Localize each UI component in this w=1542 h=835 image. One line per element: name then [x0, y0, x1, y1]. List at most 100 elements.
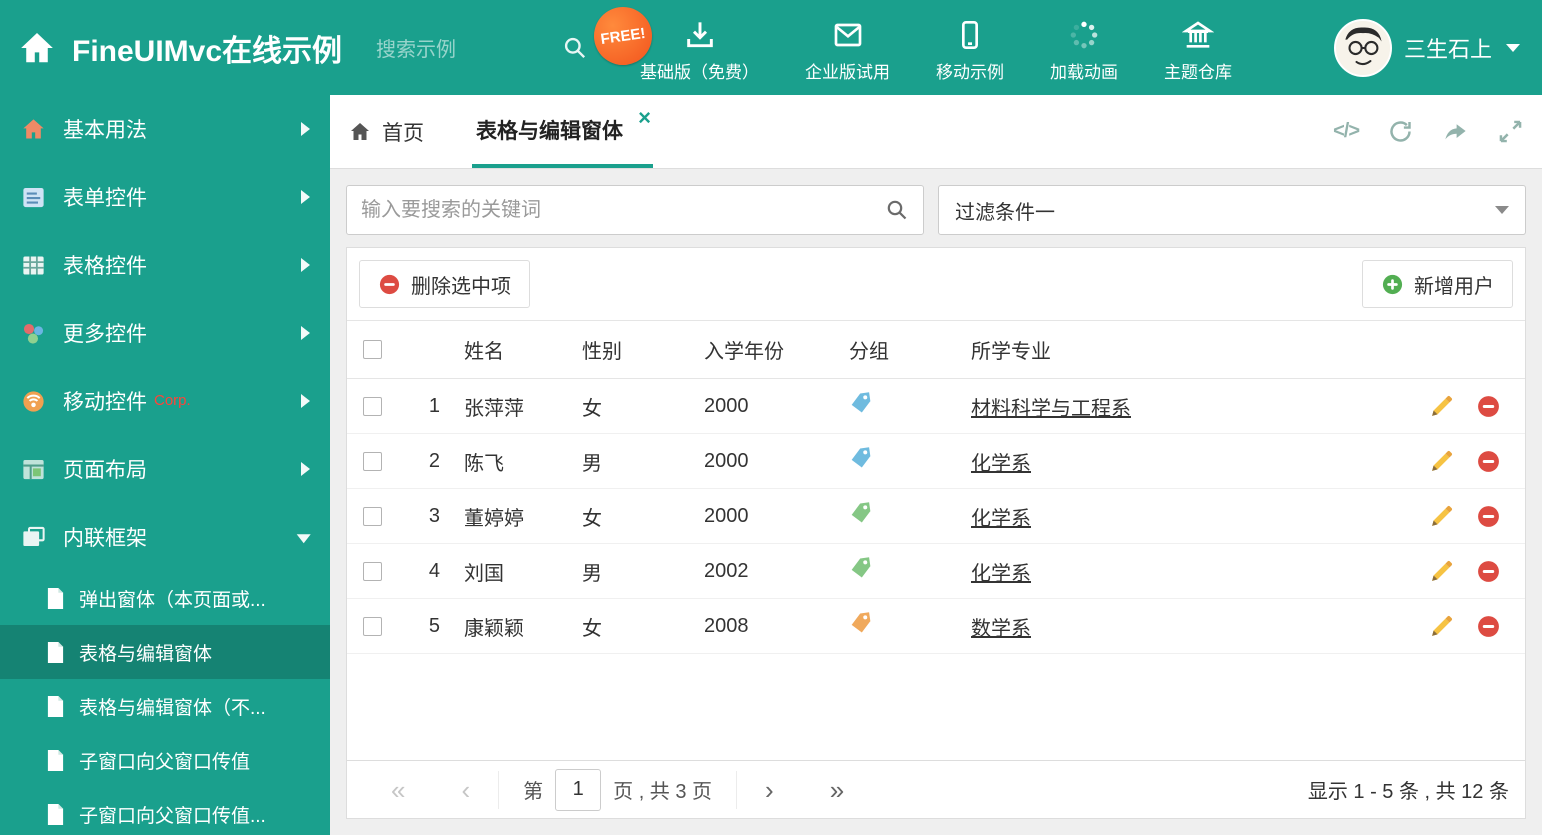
sidebar-subitem-child-to-parent[interactable]: 子窗口向父窗口传值	[0, 733, 330, 787]
column-header-major: 所学专业	[959, 320, 1405, 379]
search-icon[interactable]	[562, 35, 588, 61]
sidebar-item-form-controls[interactable]: 表单控件	[0, 163, 330, 231]
edit-pencil-icon[interactable]	[1429, 614, 1454, 639]
sidebar-item-more-controls[interactable]: 更多控件	[0, 299, 330, 367]
filter-row: 过滤条件一	[330, 169, 1542, 247]
file-icon	[47, 695, 64, 717]
nav-mobile-demo[interactable]: 移动示例	[936, 13, 1004, 83]
delete-selected-button[interactable]: 删除选中项	[359, 260, 530, 308]
last-page-button[interactable]: »	[802, 777, 872, 803]
row-checkbox[interactable]	[362, 616, 382, 636]
cell-name: 康颖颖	[452, 598, 570, 654]
nav-enterprise-trial[interactable]: 企业版试用	[805, 13, 890, 83]
sidebar-item-grid-controls[interactable]: 表格控件	[0, 231, 330, 299]
sidebar-item-mobile-controls[interactable]: 移动控件 Corp.	[0, 367, 330, 435]
table-body: 1 张萍萍 女 2000 材料科学与工程系 2 陈飞 男 2000 化学系 3 …	[347, 378, 1525, 654]
sidebar-subitem-child-to-parent-2[interactable]: 子窗口向父窗口传值...	[0, 787, 330, 835]
nav-loading-animations[interactable]: 加载动画	[1050, 13, 1118, 83]
search-button[interactable]	[875, 188, 919, 232]
tab-grid-edit-window[interactable]: 表格与编辑窗体 ×	[472, 95, 653, 168]
pagination-bar: « ‹ 第 页 , 共 3 页 › » 显示 1 - 5 条 , 共 12 条	[347, 760, 1525, 818]
chevron-right-icon	[301, 258, 310, 272]
mobile-icon	[962, 20, 979, 49]
cell-year: 2000	[692, 488, 837, 544]
cell-year: 2002	[692, 543, 837, 599]
major-link[interactable]: 材料科学与工程系	[971, 398, 1131, 420]
select-all-checkbox[interactable]	[362, 340, 382, 360]
tag-icon	[847, 554, 874, 581]
bank-icon	[1182, 20, 1215, 48]
chevron-right-icon	[301, 326, 310, 340]
major-link[interactable]: 化学系	[971, 453, 1031, 475]
row-checkbox[interactable]	[362, 396, 382, 416]
home-icon[interactable]	[18, 29, 56, 67]
user-menu[interactable]: 三生石上	[1333, 18, 1520, 77]
sidebar-subitem-grid-edit-window-2[interactable]: 表格与编辑窗体（不...	[0, 679, 330, 733]
cell-name: 刘国	[452, 543, 570, 599]
column-header-name: 姓名	[452, 320, 570, 379]
sidebar-subitem-label: 弹出窗体（本页面或...	[79, 589, 266, 611]
delete-minus-icon[interactable]	[1476, 394, 1501, 419]
file-icon	[47, 749, 64, 771]
keyword-search-input[interactable]	[349, 186, 875, 234]
nav-label: 主题仓库	[1164, 62, 1233, 82]
column-header-gender: 性别	[570, 320, 692, 379]
close-icon[interactable]: ×	[638, 107, 651, 129]
view-source-button[interactable]: </>	[1333, 120, 1360, 143]
delete-minus-icon[interactable]	[1476, 504, 1501, 529]
chevron-right-icon	[301, 462, 310, 476]
form-icon	[23, 187, 44, 207]
filter-dropdown[interactable]: 过滤条件一	[938, 185, 1526, 235]
record-count-summary: 显示 1 - 5 条 , 共 12 条	[1307, 781, 1509, 803]
major-link[interactable]: 数学系	[971, 618, 1031, 640]
sidebar-subitem-label: 表格与编辑窗体（不...	[79, 697, 266, 719]
fullscreen-icon[interactable]	[1497, 118, 1524, 145]
sidebar-subitem-popup-window[interactable]: 弹出窗体（本页面或...	[0, 571, 330, 625]
nav-theme-repo[interactable]: 主题仓库	[1164, 13, 1232, 83]
row-checkbox[interactable]	[362, 506, 382, 526]
cell-major: 化学系	[959, 433, 1405, 489]
file-icon	[47, 641, 64, 663]
delete-minus-icon[interactable]	[1476, 449, 1501, 474]
major-link[interactable]: 化学系	[971, 508, 1031, 530]
main-area: 首页 表格与编辑窗体 × </> 过滤条件一	[330, 95, 1542, 835]
edit-pencil-icon[interactable]	[1429, 504, 1454, 529]
cell-actions	[1405, 378, 1525, 434]
column-header-year: 入学年份	[692, 320, 837, 379]
column-header-actions	[1405, 320, 1525, 379]
sidebar-subitem-grid-edit-window[interactable]: 表格与编辑窗体	[0, 625, 330, 679]
share-icon[interactable]	[1442, 118, 1469, 145]
page-number-input[interactable]	[555, 768, 602, 811]
row-checkbox[interactable]	[362, 561, 382, 581]
delete-minus-icon[interactable]	[1476, 614, 1501, 639]
edit-pencil-icon[interactable]	[1429, 559, 1454, 584]
edit-pencil-icon[interactable]	[1429, 449, 1454, 474]
edit-pencil-icon[interactable]	[1429, 394, 1454, 419]
nav-basic-edition[interactable]: FREE! 基础版（免费）	[590, 2, 759, 83]
sidebar-item-inline-frame[interactable]: 内联框架	[0, 503, 330, 571]
sidebar-subitem-label: 子窗口向父窗口传值	[79, 751, 251, 773]
first-page-button[interactable]: «	[363, 777, 433, 803]
tag-icon	[847, 609, 874, 636]
header-nav: FREE! 基础版（免费） 企业版试用 移动示例 加载动画 主题仓库	[590, 2, 1232, 83]
tab-home[interactable]: 首页	[348, 95, 424, 168]
row-checkbox[interactable]	[362, 451, 382, 471]
refresh-icon[interactable]	[1387, 118, 1414, 145]
sidebar-item-basic-usage[interactable]: 基本用法	[0, 95, 330, 163]
tab-label: 表格与编辑窗体	[476, 119, 623, 143]
cell-year: 2000	[692, 433, 837, 489]
prev-page-button[interactable]: ‹	[433, 777, 498, 803]
sidebar-item-label: 内联框架	[63, 527, 147, 550]
cell-name: 张萍萍	[452, 378, 570, 434]
header-search-input[interactable]: 搜索示例	[376, 33, 588, 62]
download-icon	[686, 21, 713, 47]
button-label: 删除选中项	[411, 275, 511, 298]
sidebar-item-page-layout[interactable]: 页面布局	[0, 435, 330, 503]
delete-minus-icon[interactable]	[1476, 559, 1501, 584]
next-page-button[interactable]: ›	[737, 777, 802, 803]
cell-major: 数学系	[959, 598, 1405, 654]
cell-group	[837, 488, 959, 544]
major-link[interactable]: 化学系	[971, 563, 1031, 585]
signal-icon	[23, 390, 44, 412]
add-user-button[interactable]: 新增用户	[1362, 260, 1513, 308]
